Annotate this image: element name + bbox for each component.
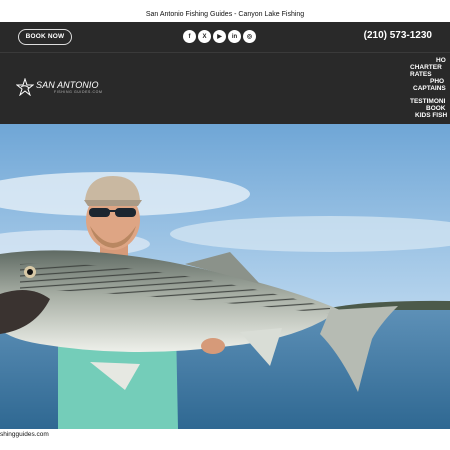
footer-url: shingguides.com bbox=[0, 429, 450, 450]
nav-item-rates[interactable]: RATES bbox=[410, 71, 450, 78]
nav-item-home[interactable]: HO bbox=[410, 57, 450, 64]
header-divider bbox=[0, 52, 450, 53]
page-title: San Antonio Fishing Guides - Canyon Lake… bbox=[0, 0, 450, 22]
phone-number[interactable]: (210) 573-1230 bbox=[364, 30, 432, 41]
fisherman-with-striped-bass-image bbox=[0, 124, 450, 429]
hero-image bbox=[0, 124, 450, 429]
star-logo-icon bbox=[16, 78, 34, 96]
facebook-icon[interactable]: f bbox=[183, 30, 196, 43]
logo-sub-text: FISHING GUIDES.COM bbox=[54, 89, 103, 94]
x-icon[interactable]: X bbox=[198, 30, 211, 43]
social-links: f X ▶ in ◎ bbox=[183, 30, 256, 43]
main-nav: HO CHARTER RATES PHO CAPTAINS TESTIMONI … bbox=[410, 57, 450, 119]
linkedin-icon[interactable]: in bbox=[228, 30, 241, 43]
logo-main-text: SAN ANTONIO bbox=[36, 79, 99, 90]
site-header: BOOK NOW f X ▶ in ◎ (210) 573-1230 SAN A… bbox=[0, 22, 450, 124]
nav-item-captains[interactable]: CAPTAINS bbox=[410, 85, 450, 92]
site-logo[interactable]: SAN ANTONIO FISHING GUIDES.COM bbox=[16, 78, 103, 96]
nav-item-book[interactable]: BOOK bbox=[410, 105, 450, 112]
nav-item-charters[interactable]: CHARTER bbox=[410, 64, 450, 71]
youtube-icon[interactable]: ▶ bbox=[213, 30, 226, 43]
instagram-icon[interactable]: ◎ bbox=[243, 30, 256, 43]
nav-item-testimonials[interactable]: TESTIMONI bbox=[410, 98, 450, 105]
nav-item-kids-fishing[interactable]: KIDS FISH bbox=[410, 112, 450, 119]
book-now-button[interactable]: BOOK NOW bbox=[18, 29, 72, 45]
nav-item-photos[interactable]: PHO bbox=[410, 78, 450, 85]
